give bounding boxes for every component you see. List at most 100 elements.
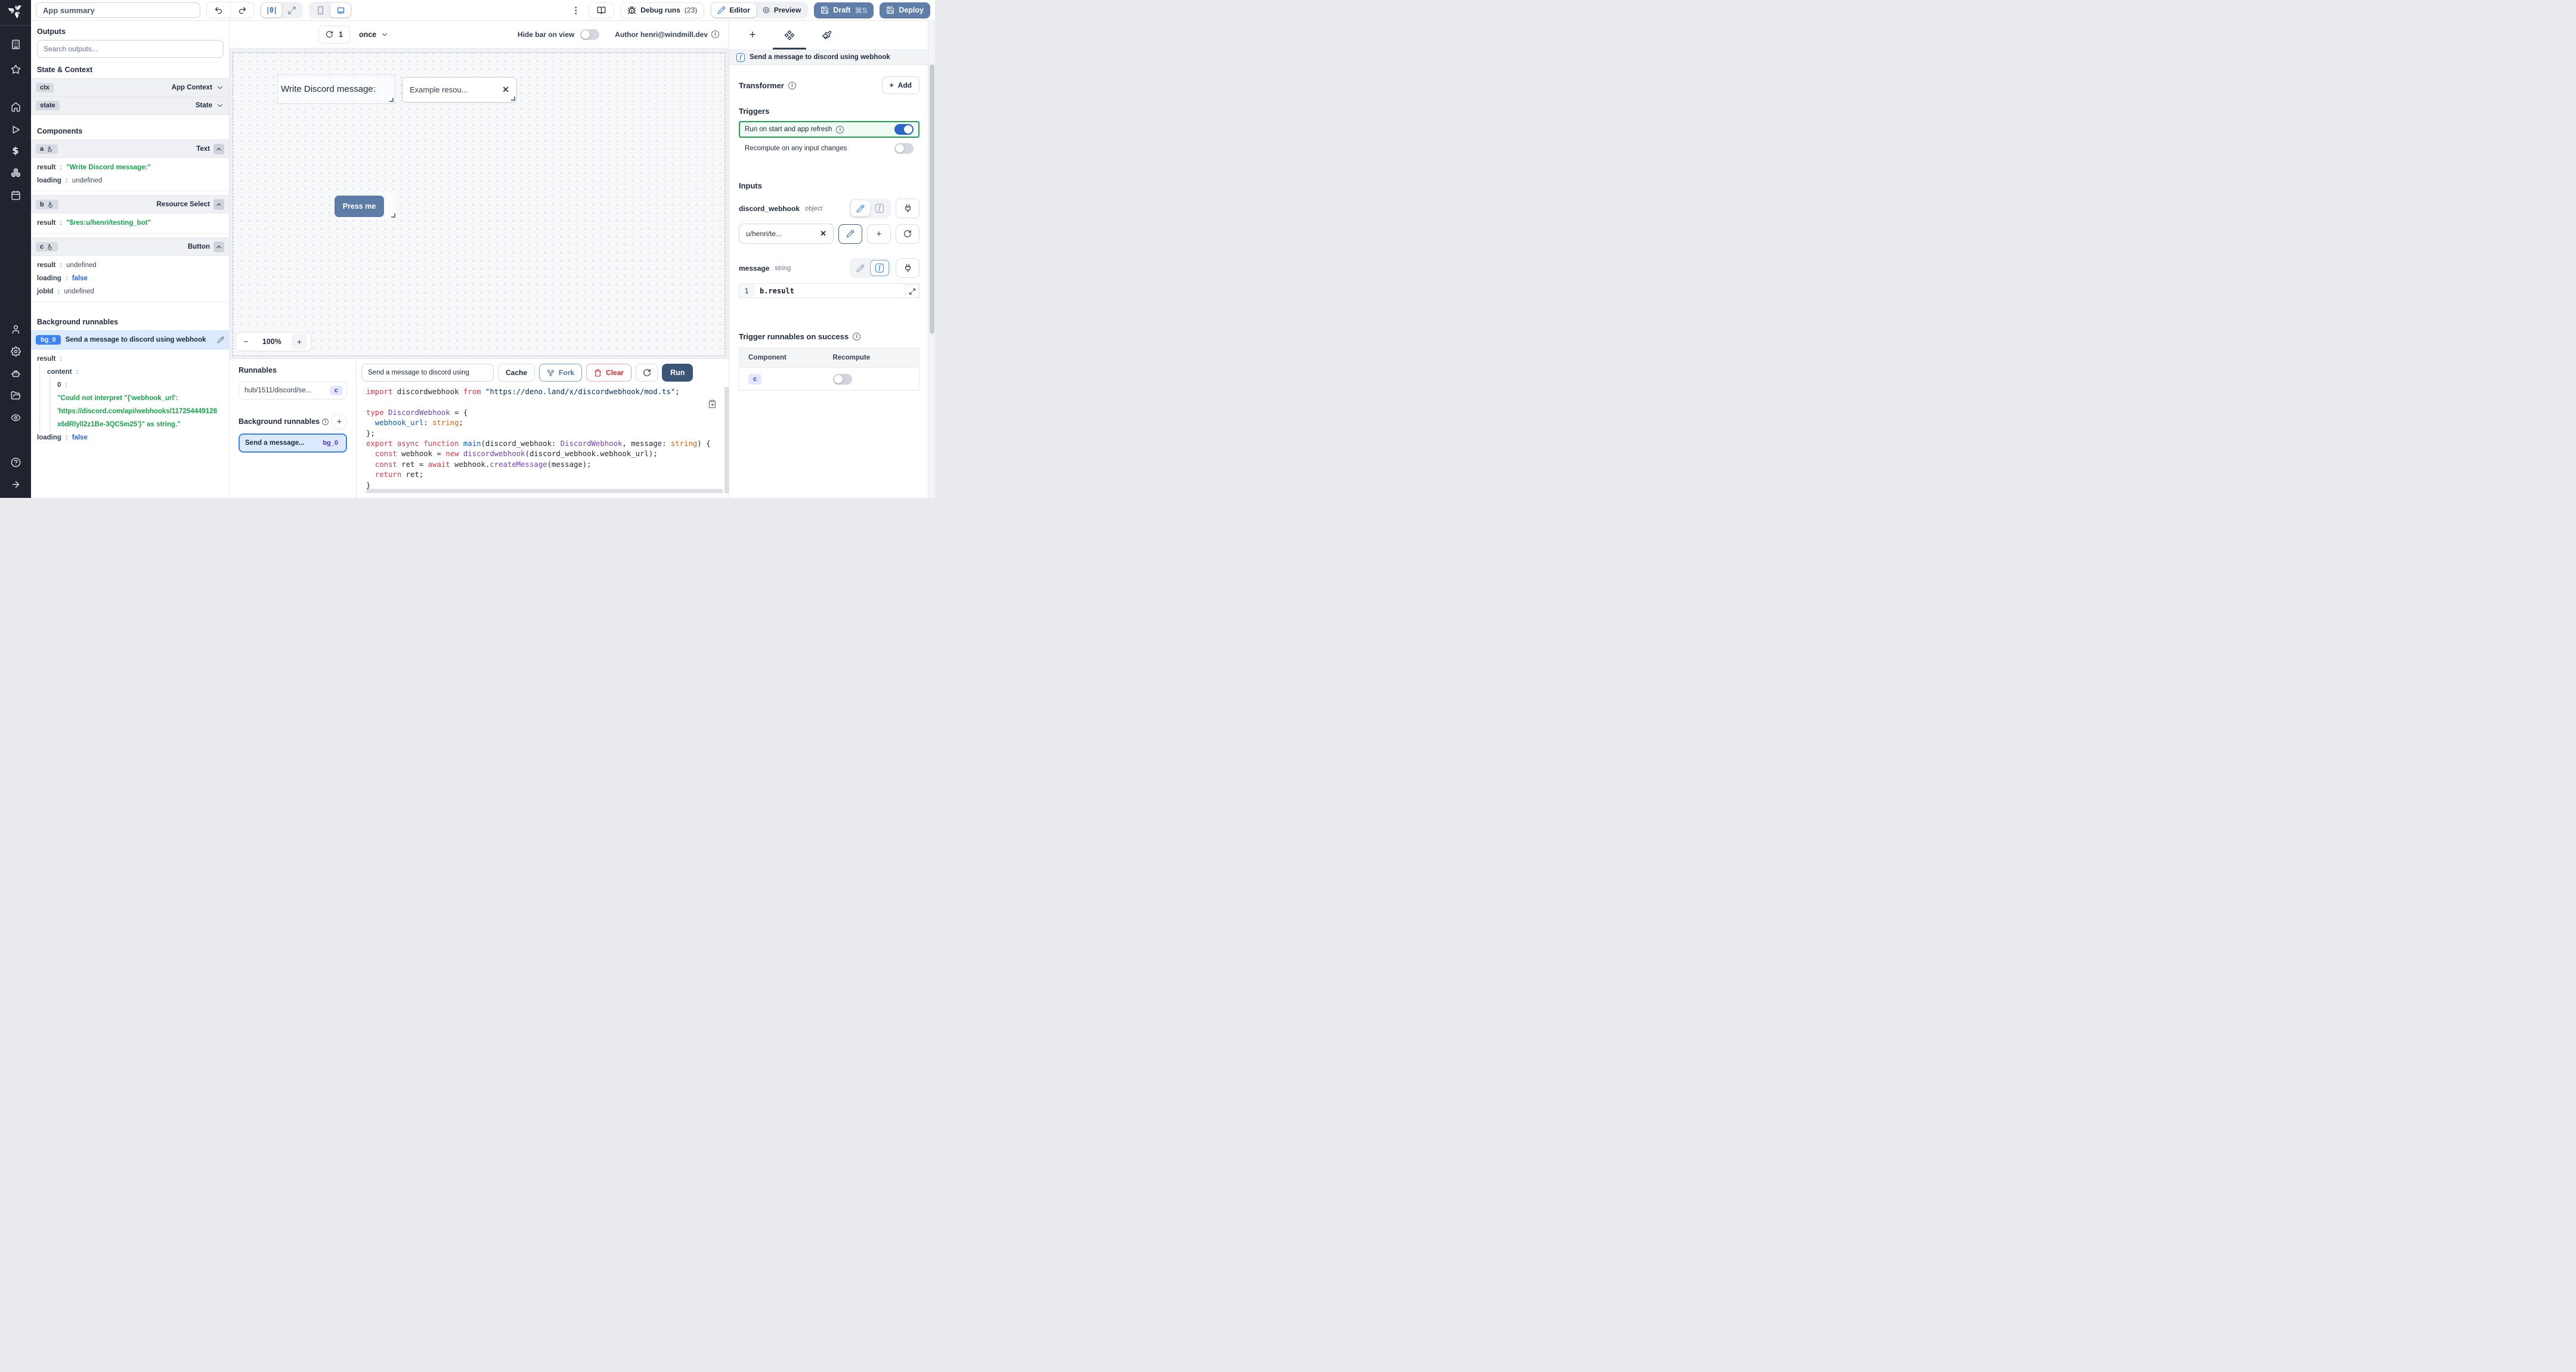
message-expression-editor[interactable]: 1 b.result (739, 283, 919, 298)
pencil-icon (856, 264, 865, 272)
collapse-button[interactable] (213, 241, 224, 252)
resize-handle[interactable] (389, 98, 394, 102)
settings-icon[interactable] (10, 346, 21, 357)
edit-icon[interactable] (217, 336, 224, 343)
recompute-row-toggle[interactable] (832, 373, 852, 385)
more-menu-button[interactable]: ⋮ (569, 5, 583, 16)
audit-logs-icon[interactable] (11, 413, 21, 423)
add-bg-runnable-button[interactable]: + (332, 414, 347, 429)
fork-button[interactable]: Fork (539, 364, 583, 382)
app-summary-input[interactable] (36, 2, 200, 18)
clear-resource-icon[interactable]: ✕ (820, 229, 826, 239)
add-transformer-button[interactable]: + Add (881, 76, 919, 94)
component-row-c[interactable]: c Button (31, 237, 229, 256)
fullwidth-layout-button[interactable] (281, 3, 302, 17)
deploy-button[interactable]: Deploy (880, 2, 930, 18)
draft-button[interactable]: Draft ⌘S (814, 2, 874, 18)
users-icon[interactable] (11, 324, 21, 335)
refresh-interval-control[interactable]: 1 (318, 25, 350, 44)
save-icon (886, 6, 894, 14)
hide-bar-toggle[interactable] (580, 29, 600, 40)
panel-scrollbar[interactable] (928, 21, 935, 498)
resize-handle[interactable] (511, 97, 515, 101)
script-name-input[interactable] (361, 364, 494, 382)
eval-mode-button[interactable]: f (870, 260, 889, 276)
bg-runnable-row[interactable]: bg_0 Send a message to discord using web… (31, 330, 229, 349)
help-icon[interactable] (11, 457, 21, 467)
static-mode-button[interactable] (851, 200, 870, 216)
run-button[interactable]: Run (662, 364, 693, 382)
resource-picker[interactable]: u/henri/te... ✕ (739, 224, 834, 244)
debug-runs-button[interactable]: Debug runs (23) (620, 2, 705, 18)
clear-selection-icon[interactable]: ✕ (502, 85, 509, 95)
component-row-a[interactable]: a Text (31, 140, 229, 158)
zoom-out-button[interactable]: − (240, 337, 252, 347)
undo-button[interactable] (207, 2, 230, 18)
field-name: discord_webhook (739, 204, 800, 213)
bg-runnables-title: Background runnables (239, 417, 320, 426)
info-icon: i (836, 125, 844, 134)
zoom-in-button[interactable]: + (292, 334, 307, 349)
search-outputs-input[interactable] (37, 40, 224, 58)
resize-handle[interactable] (391, 213, 395, 218)
schedules-icon[interactable] (11, 190, 21, 200)
docs-button[interactable] (589, 2, 615, 18)
collapse-button[interactable] (213, 199, 224, 210)
frequency-dropdown[interactable]: once (359, 30, 389, 39)
resource-select-component[interactable]: Example resou... ✕ (402, 77, 517, 103)
copy-code-icon[interactable] (708, 399, 717, 408)
runs-icon[interactable] (11, 125, 21, 135)
variables-icon[interactable]: $ (12, 145, 18, 156)
tab-preview[interactable]: Preview (756, 3, 807, 17)
recompute-toggle[interactable] (894, 143, 914, 154)
tab-styling[interactable] (808, 21, 845, 49)
redo-button[interactable] (230, 2, 253, 18)
bg-runnable-name: Send a message... (245, 439, 305, 447)
reload-script-button[interactable] (636, 364, 658, 382)
chevron-down-icon[interactable] (216, 83, 224, 92)
text-component[interactable]: Write Discord message: (277, 75, 395, 104)
scrollbar-thumb[interactable] (930, 64, 934, 334)
expand-editor-button[interactable] (905, 284, 919, 298)
refresh-resource-button[interactable] (896, 224, 919, 244)
ctx-row[interactable]: ctx App Context (31, 78, 229, 97)
run-on-start-toggle[interactable] (894, 124, 914, 135)
add-resource-button[interactable]: + (867, 224, 891, 244)
code-vertical-scrollbar[interactable] (724, 387, 729, 493)
home-icon[interactable] (11, 102, 21, 112)
app-canvas[interactable]: Write Discord message: Example resou... … (233, 52, 725, 356)
connect-input-button[interactable] (896, 199, 919, 218)
resources-icon[interactable] (11, 168, 21, 178)
tab-insert-component[interactable]: + (734, 21, 771, 49)
workspace-icon[interactable] (11, 39, 21, 49)
windmill-logo-icon[interactable] (8, 3, 23, 18)
bg-runnable-item-selected[interactable]: Send a message... bg_0 (239, 433, 347, 453)
folders-icon[interactable] (11, 391, 21, 401)
desktop-view-button[interactable] (330, 3, 351, 17)
state-row[interactable]: state State (31, 97, 229, 115)
favorites-icon[interactable] (11, 64, 21, 75)
code-editor[interactable]: import discordwebhook from "https://deno… (361, 387, 729, 493)
tab-editor[interactable]: Editor (711, 3, 756, 17)
device-toggle (309, 2, 352, 18)
chevron-down-icon[interactable] (216, 101, 224, 110)
collapse-button[interactable] (213, 143, 224, 154)
workers-icon[interactable] (11, 368, 21, 379)
static-mode-button[interactable] (851, 260, 870, 276)
centered-layout-button[interactable]: |0| (261, 3, 281, 17)
connect-input-button[interactable] (896, 258, 919, 278)
runnable-item[interactable]: hub/1511/discord/se... c (239, 382, 347, 399)
code-horizontal-scrollbar[interactable] (366, 489, 723, 493)
component-row-b[interactable]: b Resource Select (31, 195, 229, 213)
mobile-view-button[interactable] (310, 3, 330, 17)
eval-mode-button[interactable]: f (870, 200, 889, 216)
app-canvas-region: Write Discord message: Example resou... … (230, 48, 729, 358)
edit-resource-button[interactable] (838, 224, 862, 244)
press-me-button[interactable]: Press me (335, 196, 384, 217)
chevron-up-icon (215, 243, 222, 250)
cache-button[interactable]: Cache (498, 364, 535, 382)
expand-sidebar-icon[interactable] (11, 479, 21, 490)
tab-component-settings[interactable] (771, 21, 808, 49)
clear-button[interactable]: Clear (586, 364, 632, 382)
field-name: message (739, 264, 770, 272)
